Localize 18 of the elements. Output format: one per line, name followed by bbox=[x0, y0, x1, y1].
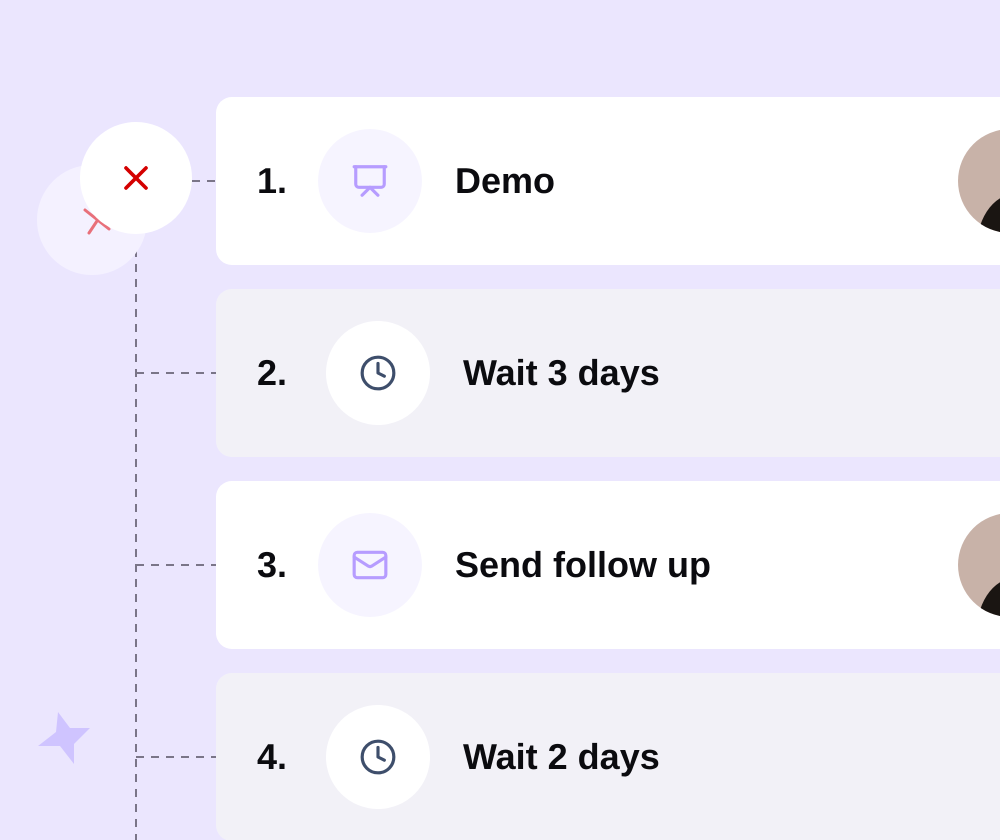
step-title: Wait 2 days bbox=[463, 736, 661, 778]
clock-icon bbox=[359, 738, 397, 776]
star-icon bbox=[38, 712, 90, 764]
presentation-icon bbox=[351, 162, 389, 200]
step-number: 4. bbox=[257, 736, 288, 778]
step-number: 3. bbox=[257, 544, 288, 586]
step-card[interactable]: 1. Demo bbox=[216, 97, 1000, 265]
step-card[interactable]: 3. Send follow up bbox=[216, 481, 1000, 649]
close-icon bbox=[83, 208, 111, 235]
step-title: Wait 3 days bbox=[463, 352, 661, 394]
step-card[interactable]: 4. Wait 2 days bbox=[216, 673, 1000, 840]
step-number: 1. bbox=[257, 160, 288, 202]
step-card[interactable]: 2. Wait 3 days bbox=[216, 289, 1000, 457]
step-title: Send follow up bbox=[455, 544, 712, 586]
dashed-connector bbox=[192, 180, 216, 182]
step-title: Demo bbox=[455, 160, 556, 202]
step-number: 2. bbox=[257, 352, 288, 394]
clock-icon bbox=[359, 354, 397, 392]
